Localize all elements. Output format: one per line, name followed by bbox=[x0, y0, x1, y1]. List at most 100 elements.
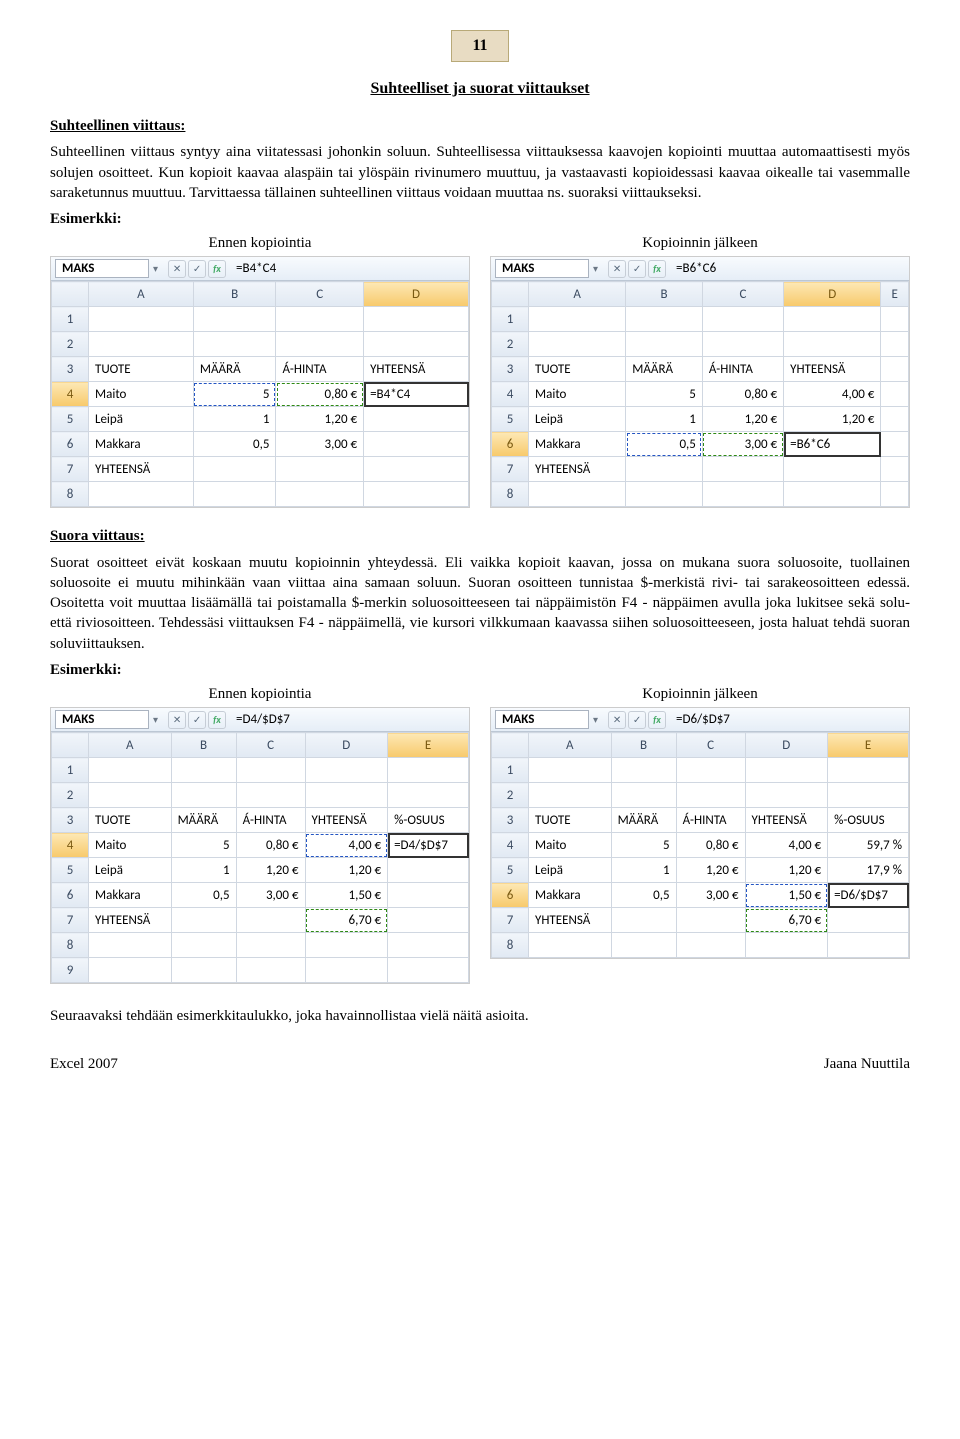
cell[interactable]: TUOTE bbox=[529, 357, 626, 382]
row-header[interactable]: 1 bbox=[492, 307, 529, 332]
col-header[interactable]: C bbox=[676, 733, 745, 758]
cell[interactable]: 4,00 € bbox=[745, 833, 828, 858]
cell[interactable] bbox=[784, 332, 881, 357]
row-header[interactable]: 1 bbox=[52, 758, 89, 783]
col-header[interactable]: D bbox=[745, 733, 828, 758]
cell[interactable]: 1,20 € bbox=[236, 858, 305, 883]
row-header[interactable]: 9 bbox=[52, 958, 89, 983]
cell[interactable] bbox=[276, 457, 364, 482]
cell[interactable] bbox=[745, 783, 828, 808]
cell[interactable] bbox=[745, 758, 828, 783]
cell[interactable] bbox=[305, 958, 388, 983]
spreadsheet-grid[interactable]: ABCDE123TUOTEMÄÄRÄÁ-HINTAYHTEENSÄ4Maito5… bbox=[491, 281, 909, 507]
accept-icon[interactable]: ✓ bbox=[628, 711, 646, 729]
cell[interactable]: 0,5 bbox=[611, 883, 676, 908]
cell[interactable]: 17,9 % bbox=[828, 858, 909, 883]
cell[interactable]: =D6/$D$7 bbox=[828, 883, 909, 908]
row-header[interactable]: 4 bbox=[52, 382, 89, 407]
cell[interactable]: 1,20 € bbox=[745, 858, 828, 883]
cell[interactable] bbox=[881, 407, 909, 432]
cell[interactable]: 1,50 € bbox=[305, 883, 388, 908]
name-box-dropdown-icon[interactable]: ▾ bbox=[593, 262, 598, 275]
cell[interactable] bbox=[611, 783, 676, 808]
cell[interactable]: 3,00 € bbox=[702, 432, 783, 457]
row-header[interactable]: 5 bbox=[52, 858, 89, 883]
row-header[interactable]: 7 bbox=[52, 457, 89, 482]
cell[interactable]: 1 bbox=[193, 407, 276, 432]
row-header[interactable]: 8 bbox=[52, 482, 89, 507]
cell[interactable] bbox=[388, 783, 469, 808]
fx-icon[interactable]: fx bbox=[648, 711, 666, 729]
select-all-corner[interactable] bbox=[492, 733, 529, 758]
cell[interactable] bbox=[388, 883, 469, 908]
cell[interactable]: YHTEENSÄ bbox=[784, 357, 881, 382]
row-header[interactable]: 2 bbox=[492, 783, 529, 808]
accept-icon[interactable]: ✓ bbox=[188, 260, 206, 278]
accept-icon[interactable]: ✓ bbox=[188, 711, 206, 729]
cell[interactable]: Á-HINTA bbox=[702, 357, 783, 382]
cell[interactable]: Leipä bbox=[89, 858, 172, 883]
col-header[interactable]: B bbox=[611, 733, 676, 758]
cell[interactable] bbox=[702, 307, 783, 332]
cell[interactable]: TUOTE bbox=[89, 808, 172, 833]
cell[interactable] bbox=[388, 758, 469, 783]
cell[interactable] bbox=[236, 958, 305, 983]
cell[interactable] bbox=[171, 933, 236, 958]
cell[interactable] bbox=[89, 332, 194, 357]
row-header[interactable]: 5 bbox=[492, 858, 529, 883]
cell[interactable] bbox=[529, 482, 626, 507]
cell[interactable] bbox=[171, 783, 236, 808]
cell[interactable]: MÄÄRÄ bbox=[171, 808, 236, 833]
row-header[interactable]: 7 bbox=[492, 457, 529, 482]
cell[interactable]: 1,20 € bbox=[276, 407, 364, 432]
name-box[interactable]: MAKS bbox=[55, 710, 149, 729]
cell[interactable]: Leipä bbox=[529, 858, 612, 883]
select-all-corner[interactable] bbox=[52, 733, 89, 758]
cell[interactable] bbox=[529, 933, 612, 958]
cell[interactable]: YHTEENSÄ bbox=[89, 908, 172, 933]
row-header[interactable]: 3 bbox=[492, 357, 529, 382]
cell[interactable]: =B6*C6 bbox=[784, 432, 881, 457]
cell[interactable]: Maito bbox=[529, 833, 612, 858]
col-header[interactable]: D bbox=[784, 282, 881, 307]
cell[interactable] bbox=[611, 758, 676, 783]
name-box[interactable]: MAKS bbox=[495, 710, 589, 729]
cell[interactable] bbox=[236, 758, 305, 783]
spreadsheet-grid[interactable]: ABCDE123TUOTEMÄÄRÄÁ-HINTAYHTEENSÄ%-OSUUS… bbox=[491, 732, 909, 958]
cell[interactable] bbox=[529, 307, 626, 332]
cancel-icon[interactable]: ✕ bbox=[608, 711, 626, 729]
cell[interactable] bbox=[89, 933, 172, 958]
cell[interactable]: 3,00 € bbox=[676, 883, 745, 908]
col-header[interactable]: A bbox=[529, 733, 612, 758]
cell[interactable]: Maito bbox=[89, 833, 172, 858]
cell[interactable] bbox=[529, 783, 612, 808]
cell[interactable]: 1,20 € bbox=[702, 407, 783, 432]
cell[interactable] bbox=[193, 482, 276, 507]
col-header[interactable]: B bbox=[626, 282, 703, 307]
cell[interactable] bbox=[388, 908, 469, 933]
cell[interactable] bbox=[236, 783, 305, 808]
cell[interactable] bbox=[236, 933, 305, 958]
row-header[interactable]: 4 bbox=[492, 833, 529, 858]
cell[interactable]: YHTEENSÄ bbox=[89, 457, 194, 482]
cell[interactable] bbox=[702, 482, 783, 507]
cell[interactable] bbox=[676, 908, 745, 933]
cell[interactable]: 1,20 € bbox=[676, 858, 745, 883]
cell[interactable]: Á-HINTA bbox=[676, 808, 745, 833]
cell[interactable]: MÄÄRÄ bbox=[611, 808, 676, 833]
cell[interactable] bbox=[626, 482, 703, 507]
cell[interactable]: 5 bbox=[611, 833, 676, 858]
row-header[interactable]: 5 bbox=[52, 407, 89, 432]
row-header[interactable]: 4 bbox=[52, 833, 89, 858]
cell[interactable]: 4,00 € bbox=[305, 833, 388, 858]
cell[interactable] bbox=[89, 307, 194, 332]
cell[interactable] bbox=[702, 457, 783, 482]
cell[interactable] bbox=[171, 958, 236, 983]
cell[interactable]: Leipä bbox=[529, 407, 626, 432]
cell[interactable] bbox=[364, 482, 469, 507]
cell[interactable] bbox=[193, 457, 276, 482]
name-box[interactable]: MAKS bbox=[495, 259, 589, 278]
cell[interactable] bbox=[364, 457, 469, 482]
cell[interactable]: 0,5 bbox=[626, 432, 703, 457]
cell[interactable]: 0,80 € bbox=[276, 382, 364, 407]
